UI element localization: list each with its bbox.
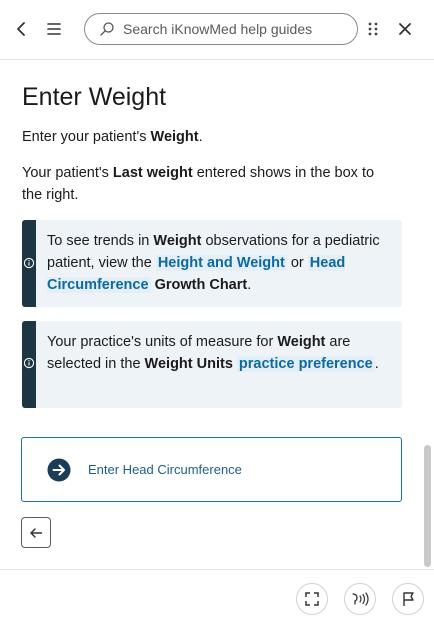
menu-button[interactable] <box>39 14 69 44</box>
chevron-left-icon <box>17 22 25 36</box>
bold-text: Weight <box>153 233 202 249</box>
height-and-weight-link[interactable]: Height and Weight <box>155 255 287 271</box>
text: or <box>286 255 308 271</box>
bold-text: Last weight <box>112 165 193 181</box>
info-icon <box>23 357 35 369</box>
scrollbar-thumb[interactable] <box>424 445 431 567</box>
text: . <box>374 356 379 372</box>
practice-preference-link[interactable]: practice preference <box>236 356 375 372</box>
page-title: Enter Weight <box>22 83 167 111</box>
apps-grid-icon <box>368 22 378 36</box>
text: To see trends in <box>47 233 154 249</box>
info-note-growth-chart: To see trends in Weight observations for… <box>22 220 402 307</box>
fullscreen-icon <box>305 592 319 606</box>
footer-toolbar <box>0 569 434 624</box>
search-icon <box>100 22 114 36</box>
paragraph-enter-weight: Enter your patient's Weight. <box>22 126 392 148</box>
flag-button[interactable] <box>392 583 424 615</box>
back-button[interactable] <box>6 14 36 44</box>
text: Enter your patient's <box>22 129 151 145</box>
note-text: To see trends in Weight observations for… <box>47 230 397 296</box>
paragraph-last-weight: Your patient's Last weight entered shows… <box>22 162 392 206</box>
bold-text: Growth Chart <box>154 277 248 293</box>
close-icon <box>399 23 411 35</box>
arrow-left-icon <box>30 527 43 538</box>
menu-icon <box>47 23 61 35</box>
next-topic-card[interactable]: Enter Head Circumference <box>21 437 402 502</box>
search-input[interactable] <box>123 21 343 37</box>
text: . <box>247 277 252 293</box>
bold-text: Weight <box>150 129 199 145</box>
next-topic-label: Enter Head Circumference <box>88 462 242 477</box>
text: Your practice's units of measure for <box>47 334 278 350</box>
info-icon <box>23 257 35 269</box>
bold-text: Weight Units <box>144 356 233 372</box>
read-aloud-button[interactable] <box>344 583 376 615</box>
bold-text: Weight <box>277 334 326 350</box>
read-aloud-icon <box>352 592 369 606</box>
fullscreen-button[interactable] <box>296 583 328 615</box>
header-bar <box>0 0 434 60</box>
previous-page-button[interactable] <box>21 517 51 548</box>
flag-icon <box>403 592 414 606</box>
search-box[interactable] <box>84 13 358 45</box>
text: . <box>198 129 203 145</box>
apps-button[interactable] <box>358 14 388 44</box>
article-content: Enter Weight Enter your patient's Weight… <box>0 61 434 569</box>
info-note-weight-units: Your practice's units of measure for Wei… <box>22 321 402 408</box>
note-text: Your practice's units of measure for Wei… <box>47 331 397 375</box>
text: Your patient's <box>22 165 113 181</box>
arrow-right-circle-icon <box>47 458 71 482</box>
close-button[interactable] <box>390 14 420 44</box>
